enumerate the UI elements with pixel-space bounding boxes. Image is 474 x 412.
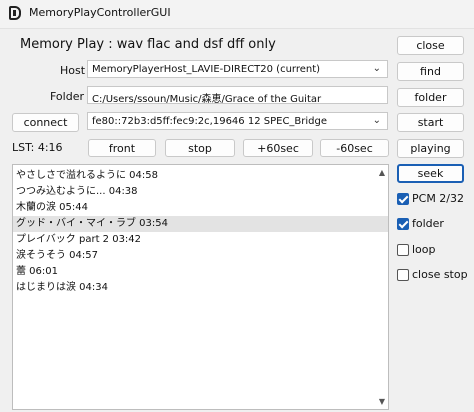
checkmark-icon[interactable]: [397, 193, 409, 205]
track-list-item[interactable]: つつみ込むように... 04:38: [13, 184, 388, 200]
closestop-label: close stop: [412, 268, 468, 281]
loop-checkbox[interactable]: loop: [397, 243, 457, 259]
host-select[interactable]: MemoryPlayerHost_LAVIE-DIRECT20 (current…: [87, 60, 388, 78]
pcm-label: PCM 2/32: [412, 192, 465, 205]
folder-label: folder: [412, 217, 444, 230]
folder-label: Folder: [50, 90, 84, 103]
playing-button[interactable]: playing: [397, 139, 464, 158]
app-icon: [9, 6, 21, 20]
track-list-item[interactable]: 蕾 06:01: [13, 264, 388, 280]
lst-indicator: LST: 4:16: [12, 141, 63, 154]
start-button[interactable]: start: [397, 113, 464, 132]
track-list-item[interactable]: 木蘭の涙 05:44: [13, 200, 388, 216]
stop-button[interactable]: stop: [165, 139, 235, 157]
address-select[interactable]: fe80::72b3:d5ff:fec9:2c,19646 12 SPEC_Br…: [87, 112, 388, 130]
address-value: fe80::72b3:d5ff:fec9:2c,19646 12 SPEC_Br…: [92, 116, 328, 127]
page-heading: Memory Play : wav flac and dsf dff only: [20, 37, 276, 52]
closestop-checkbox[interactable]: close stop: [397, 268, 468, 284]
checkmark-icon[interactable]: [397, 218, 409, 230]
seek-button[interactable]: seek: [397, 164, 464, 183]
app-window: MemoryPlayControllerGUI Memory Play : wa…: [0, 0, 474, 412]
folder-button[interactable]: folder: [397, 88, 464, 107]
track-list-item[interactable]: はじまりは涙 04:34: [13, 280, 388, 296]
chevron-down-icon: ⌄: [372, 115, 381, 126]
scroll-up-icon[interactable]: ▲: [379, 168, 385, 177]
plus60-button[interactable]: +60sec: [243, 139, 313, 157]
checkbox-box[interactable]: [397, 244, 409, 256]
host-label: Host: [60, 64, 86, 77]
find-button[interactable]: find: [397, 62, 464, 81]
loop-label: loop: [412, 243, 436, 256]
chevron-down-icon: ⌄: [372, 63, 381, 74]
minus60-button[interactable]: -60sec: [320, 139, 389, 157]
pcm-checkbox[interactable]: PCM 2/32: [397, 192, 464, 208]
track-list[interactable]: やさしさで溢れるように 04:58 つつみ込むように... 04:38 木蘭の涙 0…: [12, 164, 389, 410]
track-list-item[interactable]: プレイバック part 2 03:42: [13, 232, 388, 248]
track-list-item[interactable]: 涙そうそう 04:57: [13, 248, 388, 264]
folder-value: C:/Users/ssoun/Music/森恵/Grace of the Gui…: [92, 94, 322, 104]
close-button[interactable]: close: [397, 36, 464, 55]
track-list-item[interactable]: やさしさで溢れるように 04:58: [13, 168, 388, 184]
window-title: MemoryPlayControllerGUI: [29, 6, 171, 19]
folder-input[interactable]: C:/Users/ssoun/Music/森恵/Grace of the Gui…: [87, 86, 388, 104]
front-button[interactable]: front: [88, 139, 156, 157]
checkbox-box[interactable]: [397, 269, 409, 281]
connect-button[interactable]: connect: [12, 113, 79, 132]
host-value: MemoryPlayerHost_LAVIE-DIRECT20 (current…: [92, 64, 321, 75]
track-list-item[interactable]: グッド・バイ・マイ・ラブ 03:54: [13, 216, 388, 232]
folder-checkbox[interactable]: folder: [397, 217, 457, 233]
scroll-down-icon[interactable]: ▼: [379, 397, 385, 406]
title-bar: MemoryPlayControllerGUI: [0, 0, 474, 29]
